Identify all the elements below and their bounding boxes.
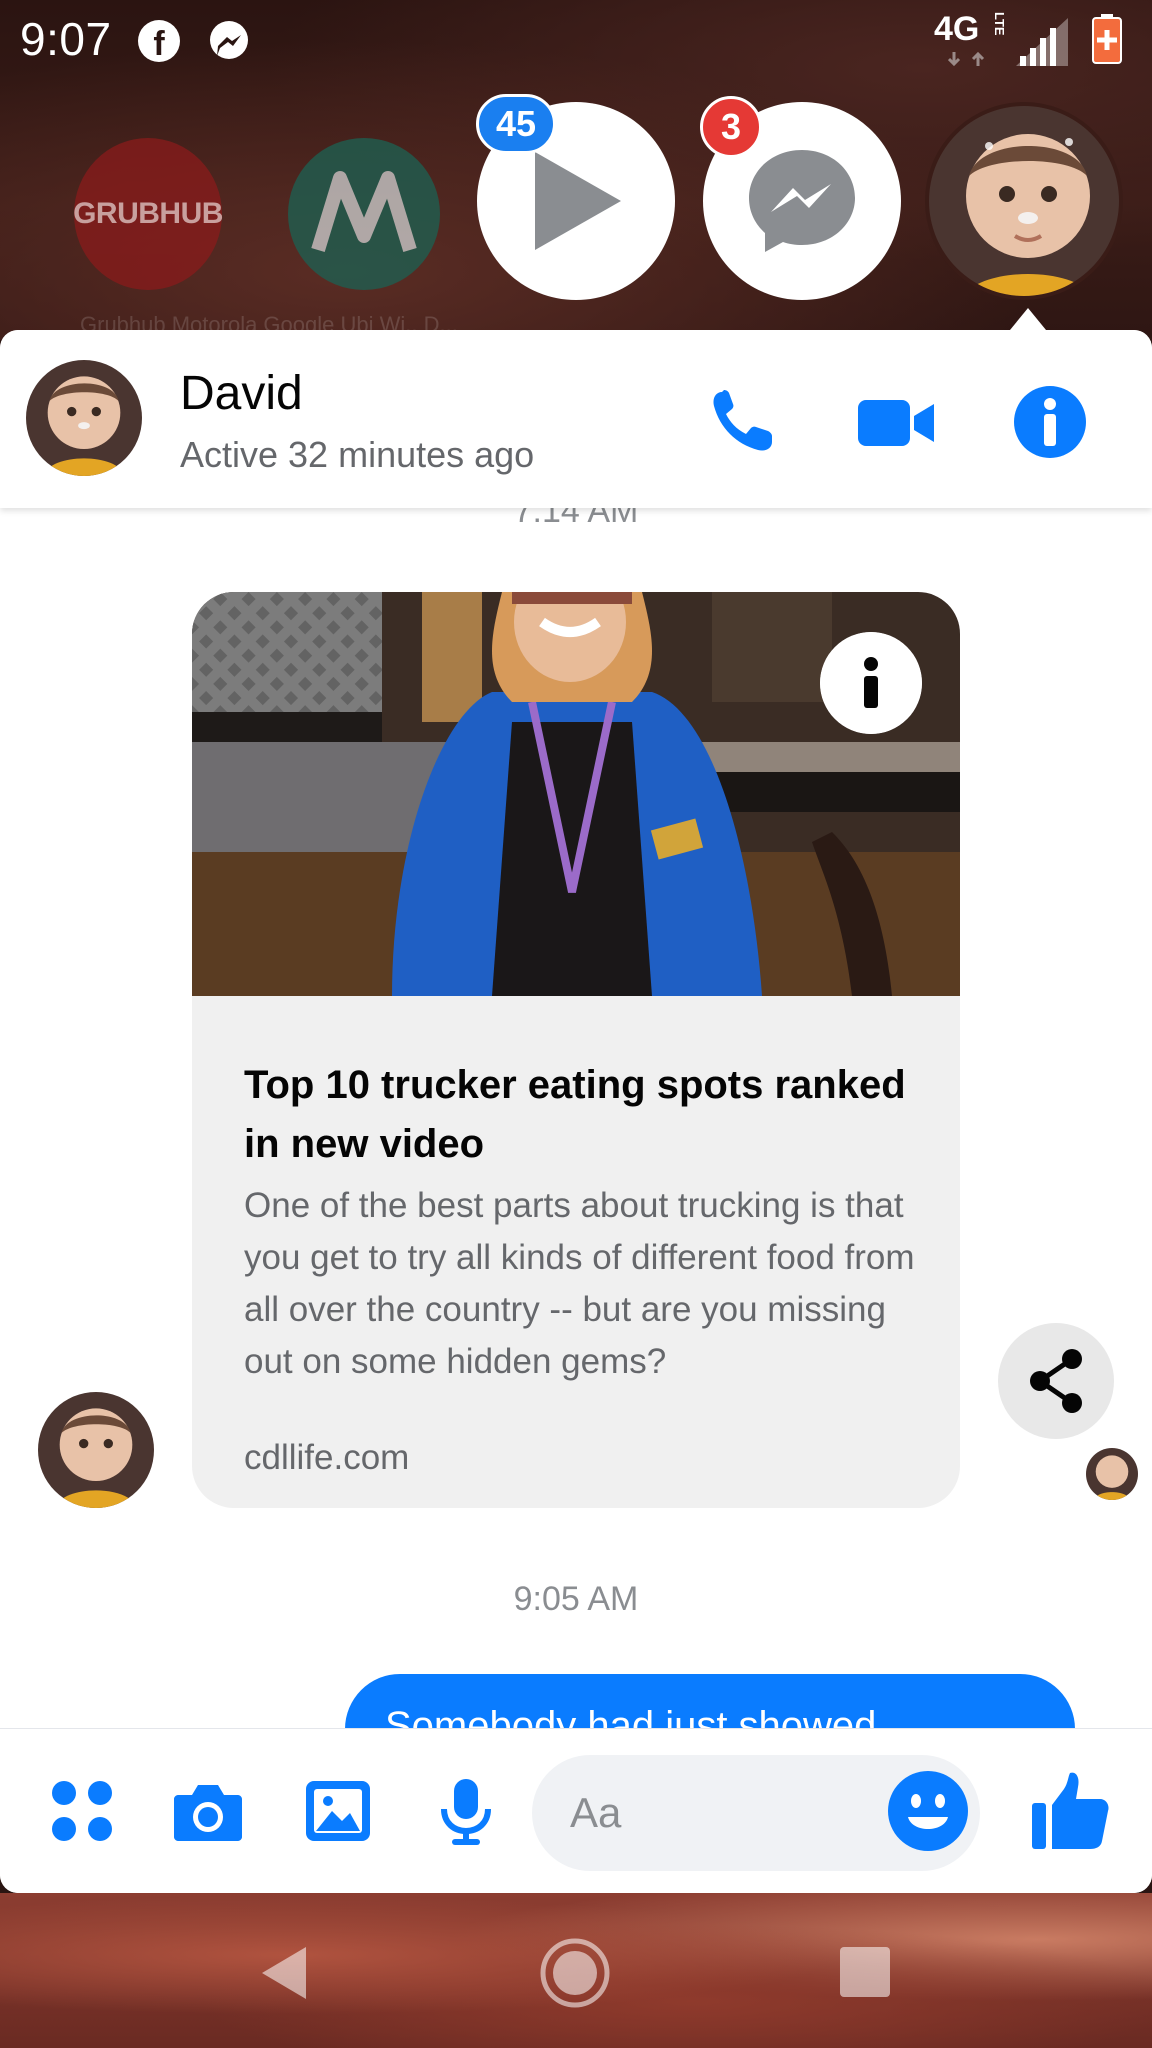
gallery-icon[interactable] xyxy=(302,1775,374,1847)
chathead-motorola[interactable] xyxy=(288,138,440,290)
contact-avatar[interactable] xyxy=(26,360,142,476)
motorola-logo-icon xyxy=(311,171,417,253)
thumbs-up-icon[interactable] xyxy=(1030,1769,1110,1853)
recents-icon[interactable] xyxy=(826,1933,906,2013)
data-arrows-icon xyxy=(948,51,985,67)
network-label: 4G xyxy=(934,10,980,48)
microphone-icon[interactable] xyxy=(430,1775,502,1847)
contact-status: Active 32 minutes ago xyxy=(180,434,535,475)
network-indicator: 4G LTE xyxy=(934,10,1007,70)
status-bar: 9:07 f 4G LTE xyxy=(0,0,1152,80)
battery-icon xyxy=(1092,14,1122,64)
phone-icon[interactable] xyxy=(702,382,782,462)
network-sub-label: LTE xyxy=(992,12,1007,36)
apps-icon[interactable] xyxy=(46,1775,118,1847)
grubhub-logo-text: GRUBHUB xyxy=(73,197,223,230)
badge-messenger-count: 3 xyxy=(700,96,762,158)
seen-indicator-avatar xyxy=(1086,1448,1138,1500)
home-icon[interactable] xyxy=(535,1933,615,2013)
david-avatar-photo xyxy=(929,106,1119,296)
info-icon[interactable] xyxy=(1010,382,1090,462)
video-camera-icon[interactable] xyxy=(856,382,936,462)
contact-name[interactable]: David xyxy=(180,366,303,421)
badge-video-count: 45 xyxy=(476,94,556,154)
link-preview-domain: cdllife.com xyxy=(244,1438,410,1477)
chathead-labels: Grubhub Motorola Google Ubi Wi.. D... xyxy=(80,312,458,332)
chat-header: David Active 32 minutes ago xyxy=(0,330,1152,508)
timestamp: 7:14 AM xyxy=(513,508,639,530)
info-icon[interactable] xyxy=(820,632,922,734)
facebook-icon: f xyxy=(138,20,180,63)
seen-avatar-photo xyxy=(1086,1448,1138,1500)
message-composer xyxy=(0,1728,1152,1893)
sender-avatar-photo xyxy=(38,1392,154,1508)
emoji-icon[interactable] xyxy=(886,1769,970,1853)
share-button[interactable] xyxy=(998,1323,1114,1439)
camera-icon[interactable] xyxy=(172,1775,244,1847)
back-icon[interactable] xyxy=(244,1933,324,2013)
navigation-bar xyxy=(0,1893,1152,2048)
timestamp: 9:05 AM xyxy=(513,1580,639,1618)
chat-panel: David Active 32 minutes ago 7:14 AM Top … xyxy=(0,330,1152,1893)
link-preview-description: One of the best parts about trucking is … xyxy=(244,1186,915,1381)
status-time: 9:07 xyxy=(20,13,112,65)
signal-icon xyxy=(1016,18,1068,66)
message-list[interactable]: 7:14 AM Top 10 trucker eating spots rank… xyxy=(0,508,1152,1758)
link-preview-card[interactable]: Top 10 trucker eating spots ranked in ne… xyxy=(192,592,960,1508)
chathead-grubhub[interactable]: GRUBHUB xyxy=(73,138,223,290)
contact-avatar-photo xyxy=(26,360,142,476)
messenger-icon xyxy=(210,21,248,59)
sender-avatar[interactable] xyxy=(38,1392,154,1508)
chathead-david[interactable] xyxy=(925,102,1123,300)
link-preview-title: Top 10 trucker eating spots ranked in ne… xyxy=(244,1063,906,1166)
share-icon xyxy=(1030,1349,1082,1413)
